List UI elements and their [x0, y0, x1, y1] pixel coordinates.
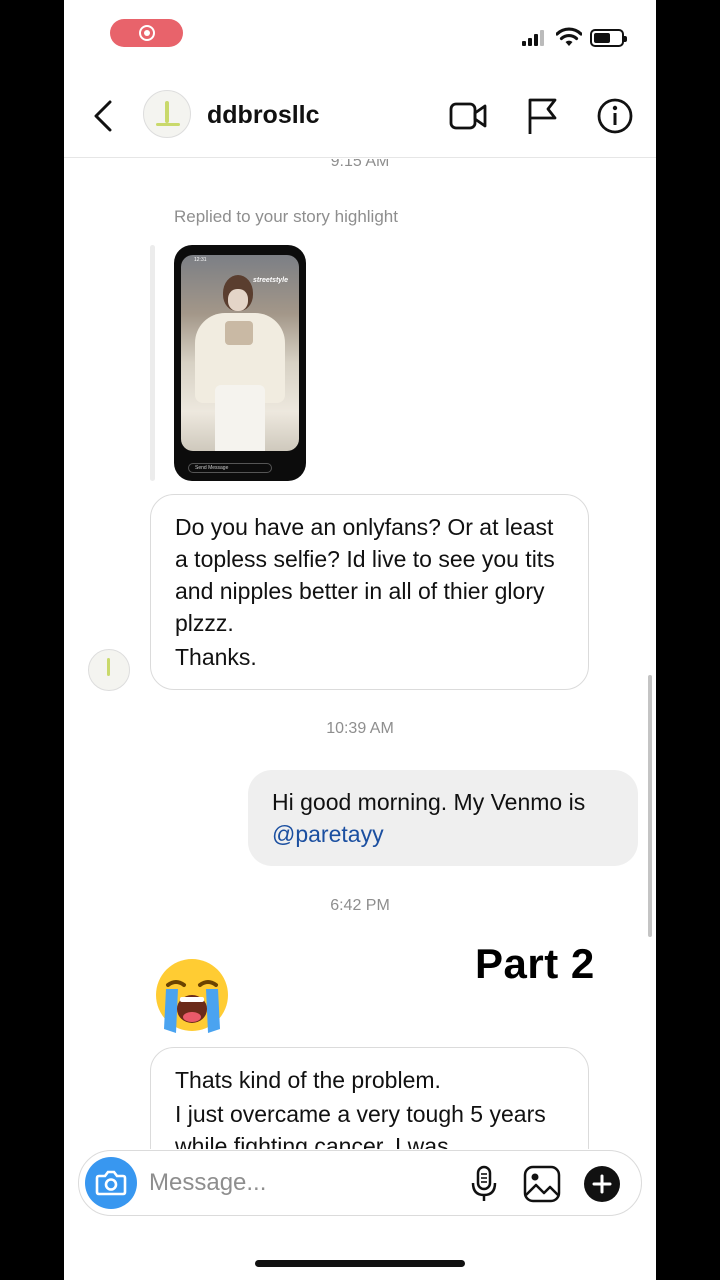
wifi-icon — [556, 27, 582, 46]
cellular-signal-icon — [522, 30, 546, 46]
plus-icon — [592, 1174, 612, 1194]
chat-username[interactable]: ddbrosllc — [207, 101, 320, 130]
battery-icon — [590, 29, 627, 47]
story-photo — [181, 255, 299, 451]
message-input[interactable] — [149, 1169, 449, 1197]
microphone-icon[interactable] — [464, 1164, 504, 1204]
gallery-image-icon[interactable] — [522, 1164, 562, 1204]
back-chevron-icon[interactable] — [84, 96, 124, 136]
message-text: Hi good morning. My Venmo is — [272, 789, 586, 815]
message-composer — [78, 1150, 642, 1216]
story-highlight-preview[interactable]: 12:31 streetstyle Send Message — [174, 245, 306, 481]
message-text: Thanks. — [175, 644, 257, 670]
message-thread[interactable]: 9:15 AM Replied to your story highlight … — [64, 159, 656, 1149]
camera-icon — [95, 1170, 127, 1196]
video-call-icon[interactable] — [446, 94, 490, 138]
info-icon[interactable] — [593, 94, 637, 138]
record-icon — [139, 25, 155, 41]
scrollbar[interactable] — [648, 675, 652, 937]
overlay-caption: Part 2 — [475, 940, 595, 987]
screen-recording-indicator[interactable] — [110, 19, 183, 47]
report-flag-icon[interactable] — [521, 94, 565, 138]
home-indicator[interactable] — [255, 1260, 465, 1267]
incoming-message[interactable]: Do you have an onlyfans? Or at least a t… — [150, 494, 589, 690]
story-time: 12:31 — [194, 257, 207, 263]
timestamp: 6:42 PM — [330, 897, 390, 914]
story-send-message: Send Message — [188, 463, 272, 473]
phone-screen: ddbrosllc 9:15 AM Replied to your story … — [64, 0, 656, 1280]
add-more-button[interactable] — [584, 1166, 620, 1202]
timestamp: 10:39 AM — [326, 720, 394, 737]
chat-header: ddbrosllc — [64, 80, 656, 158]
reply-quote-bar — [150, 245, 155, 481]
venmo-mention-link[interactable]: @paretayy — [272, 821, 384, 847]
sender-avatar[interactable] — [88, 649, 130, 691]
story-reply-label: Replied to your story highlight — [174, 207, 398, 226]
camera-button[interactable] — [85, 1157, 137, 1209]
message-text: Thats kind of the problem. — [175, 1067, 441, 1093]
story-tag: streetstyle — [253, 277, 289, 284]
profile-avatar[interactable] — [143, 90, 191, 138]
loudly-crying-face-icon[interactable] — [152, 955, 232, 1035]
outgoing-message[interactable]: Hi good morning. My Venmo is @paretayy — [248, 770, 638, 866]
incoming-message[interactable]: Thats kind of the problem. I just overca… — [150, 1047, 589, 1149]
message-text: Do you have an onlyfans? Or at least a t… — [175, 514, 555, 636]
message-text: I just overcame a very tough 5 years whi… — [175, 1101, 546, 1149]
timestamp: 9:15 AM — [330, 159, 390, 170]
